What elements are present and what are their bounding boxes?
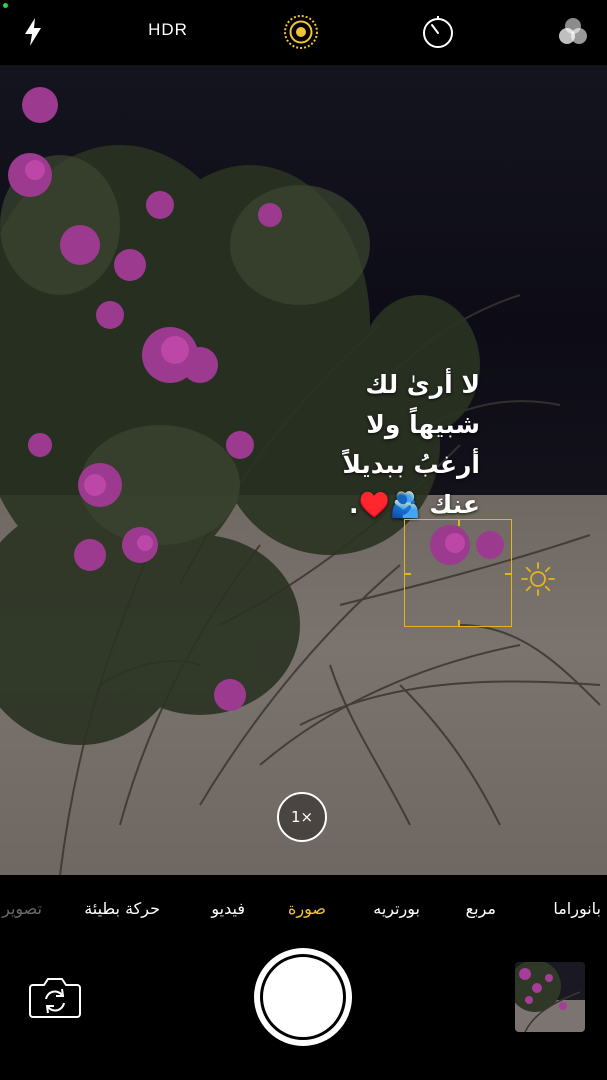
mode-video[interactable]: فيديو (211, 899, 245, 918)
overlay-text: لا أرىٰ لك شبيهاً ولا أرغبُ ببديلاً عنك … (342, 370, 480, 519)
timer-icon[interactable] (418, 12, 458, 52)
shutter-button[interactable] (254, 948, 352, 1046)
shutter-inner-ring (260, 954, 346, 1040)
zoom-button[interactable]: 1× (277, 792, 327, 842)
top-bar: HDR (0, 0, 607, 65)
mode-photo[interactable]: صورة (288, 899, 326, 918)
flash-icon[interactable] (13, 12, 53, 52)
live-photo-icon[interactable] (281, 12, 321, 52)
mode-slow-motion[interactable]: حركة بطيئة (84, 899, 160, 918)
viewfinder[interactable]: لا أرىٰ لك شبيهاً ولا أرغبُ ببديلاً عنك … (0, 65, 607, 875)
hdr-button[interactable]: HDR (138, 20, 198, 40)
camera-screen: HDR لا أرىٰ لك شبيهاً ولا أرغبُ ببديلاً … (0, 0, 607, 1080)
mode-portrait[interactable]: بورتريه (373, 899, 420, 918)
mode-panorama[interactable]: بانوراما (553, 899, 601, 918)
mode-timelapse[interactable]: تصوير (2, 899, 42, 918)
filters-icon[interactable] (553, 12, 593, 52)
mode-selector: تصوير حركة بطيئة فيديو صورة بورتريه مربع… (0, 899, 607, 929)
sun-icon[interactable] (520, 561, 556, 597)
last-photo-thumbnail[interactable] (515, 962, 585, 1032)
camera-in-use-indicator (3, 3, 8, 8)
bottom-bar: تصوير حركة بطيئة فيديو صورة بورتريه مربع… (0, 875, 607, 1080)
camera-flip-icon[interactable] (28, 975, 82, 1019)
focus-square (404, 519, 512, 627)
mode-square[interactable]: مربع (466, 899, 496, 918)
